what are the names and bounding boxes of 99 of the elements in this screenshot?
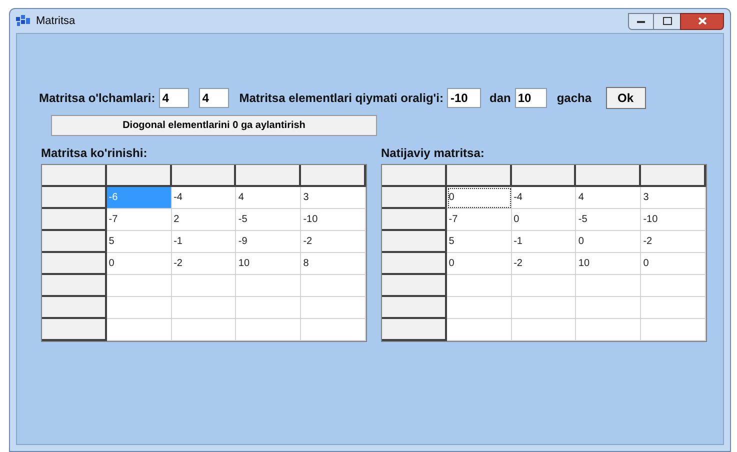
table-cell[interactable]: 4	[236, 187, 302, 209]
table-cell[interactable]: -7	[446, 209, 512, 231]
table-cell[interactable]: -10	[301, 209, 366, 231]
header-cell	[382, 165, 447, 187]
table-cell[interactable]: 0	[106, 253, 172, 275]
table-cell[interactable]	[576, 275, 642, 297]
row-header	[382, 297, 447, 319]
row-header	[42, 319, 107, 341]
table-cell[interactable]: 0	[446, 187, 512, 209]
row-header	[42, 231, 107, 253]
header-cell	[42, 165, 107, 187]
table-cell[interactable]: -10	[641, 209, 706, 231]
table-cell[interactable]	[106, 297, 172, 319]
table-cell[interactable]: 3	[641, 187, 706, 209]
table-cell[interactable]: 10	[576, 253, 642, 275]
table-cell[interactable]: -7	[106, 209, 172, 231]
table-cell[interactable]	[236, 297, 302, 319]
header-cell	[236, 165, 302, 187]
header-cell	[512, 165, 576, 187]
table-cell[interactable]: 10	[236, 253, 302, 275]
header-cell	[172, 165, 236, 187]
table-cell[interactable]	[301, 319, 366, 341]
table-cell[interactable]: 3	[301, 187, 366, 209]
row-header	[42, 253, 107, 275]
table-cell[interactable]	[641, 319, 706, 341]
table-cell[interactable]: 4	[576, 187, 642, 209]
table-cell[interactable]: 5	[106, 231, 172, 253]
range-label: Matritsa elementlari qiymati oralig'i:	[239, 90, 444, 107]
table-cell[interactable]: -9	[236, 231, 302, 253]
header-cell	[446, 165, 512, 187]
table-cell[interactable]: -5	[576, 209, 642, 231]
diagonal-button[interactable]: Diogonal elementlarini 0 ga aylantirish	[51, 115, 377, 136]
row-header	[382, 319, 447, 341]
table-cell[interactable]	[576, 297, 642, 319]
table-cell[interactable]	[301, 297, 366, 319]
size-label: Matritsa o'lchamlari:	[39, 90, 156, 107]
table-cell[interactable]	[172, 275, 236, 297]
table-cell[interactable]	[172, 319, 236, 341]
number-field[interactable]: 4	[199, 88, 230, 108]
table-cell[interactable]: -1	[172, 231, 236, 253]
row-header	[42, 297, 107, 319]
table-cell[interactable]	[512, 275, 576, 297]
table-cell[interactable]: -2	[301, 231, 366, 253]
table-cell[interactable]: -5	[236, 209, 302, 231]
table-cell[interactable]: 0	[446, 253, 512, 275]
table-cell[interactable]	[301, 275, 366, 297]
table-cell[interactable]: 5	[446, 231, 512, 253]
table-cell[interactable]	[172, 297, 236, 319]
table-cell[interactable]: -1	[512, 231, 576, 253]
table-cell[interactable]	[106, 319, 172, 341]
row-header	[382, 231, 447, 253]
row-header	[382, 275, 447, 297]
header-cell	[641, 165, 706, 187]
app-icon	[16, 15, 30, 27]
number-field[interactable]: 4	[159, 88, 190, 108]
grid-title: Matritsa ko'rinishi:	[41, 145, 148, 162]
minimize-button[interactable]	[628, 12, 654, 30]
table-cell[interactable]: 2	[172, 209, 236, 231]
minimize-icon	[637, 20, 645, 22]
table-cell[interactable]	[446, 275, 512, 297]
table-cell[interactable]: -2	[641, 231, 706, 253]
table-cell[interactable]: -2	[172, 253, 236, 275]
close-icon	[698, 17, 706, 25]
row-header	[382, 209, 447, 231]
table-cell[interactable]	[641, 297, 706, 319]
table-cell[interactable]	[236, 275, 302, 297]
table-cell[interactable]: 0	[641, 253, 706, 275]
to-label: gacha	[556, 90, 592, 107]
row-header	[42, 209, 107, 231]
table-cell[interactable]	[446, 297, 512, 319]
header-cell	[301, 165, 366, 187]
number-field[interactable]: 10	[514, 88, 547, 108]
table-cell[interactable]	[446, 319, 512, 341]
header-cell	[576, 165, 642, 187]
close-button[interactable]	[680, 12, 724, 30]
grid-title: Natijaviy matritsa:	[381, 145, 486, 162]
ok-button[interactable]: Ok	[606, 87, 646, 109]
table-cell[interactable]	[236, 319, 302, 341]
number-field[interactable]: -10	[447, 88, 482, 108]
row-header	[42, 187, 107, 209]
table-cell[interactable]: -2	[512, 253, 576, 275]
row-header	[382, 253, 447, 275]
table-cell[interactable]: 8	[301, 253, 366, 275]
table-cell[interactable]: 0	[512, 209, 576, 231]
row-header	[42, 275, 107, 297]
table-cell[interactable]: -4	[172, 187, 236, 209]
table-cell[interactable]	[512, 319, 576, 341]
maximize-icon	[662, 17, 672, 25]
table-cell[interactable]	[576, 319, 642, 341]
header-cell	[106, 165, 172, 187]
row-header	[382, 187, 447, 209]
table-cell[interactable]	[641, 275, 706, 297]
from-label: dan	[489, 90, 511, 107]
window-title: Matritsa	[36, 14, 76, 29]
table-cell[interactable]	[512, 297, 576, 319]
table-cell[interactable]: -4	[512, 187, 576, 209]
maximize-button[interactable]	[654, 12, 680, 30]
table-cell[interactable]: 0	[576, 231, 642, 253]
table-cell[interactable]	[106, 275, 172, 297]
